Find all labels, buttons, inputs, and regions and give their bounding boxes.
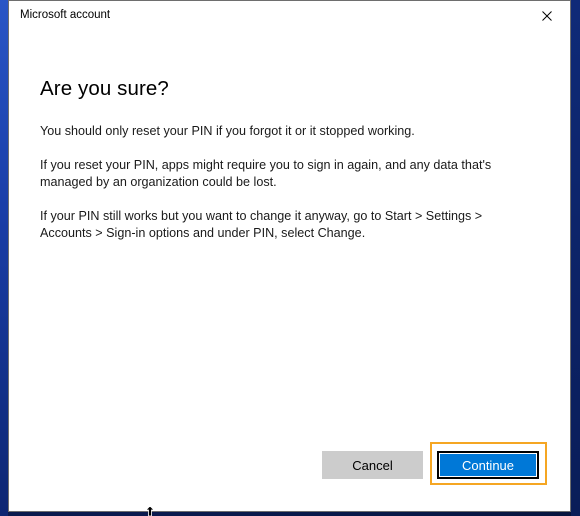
dialog-content: Are you sure? You should only reset your… — [40, 77, 530, 259]
cancel-button[interactable]: Cancel — [322, 451, 423, 479]
paragraph-data-loss: If you reset your PIN, apps might requir… — [40, 157, 492, 190]
title-bar: Microsoft account — [9, 1, 570, 30]
dialog-window: Microsoft account Are you sure? You shou… — [8, 0, 571, 512]
paragraph-change-instructions: If your PIN still works but you want to … — [40, 208, 483, 241]
continue-button[interactable]: Continue — [437, 451, 539, 479]
desktop-background-left — [0, 0, 8, 516]
close-button[interactable] — [524, 1, 570, 30]
desktop-background-right — [571, 0, 580, 516]
cursor-icon — [146, 506, 154, 516]
paragraph-reset-warning: You should only reset your PIN if you fo… — [40, 124, 415, 138]
close-icon — [542, 10, 552, 21]
window-title: Microsoft account — [20, 9, 111, 21]
dialog-heading: Are you sure? — [40, 77, 169, 100]
